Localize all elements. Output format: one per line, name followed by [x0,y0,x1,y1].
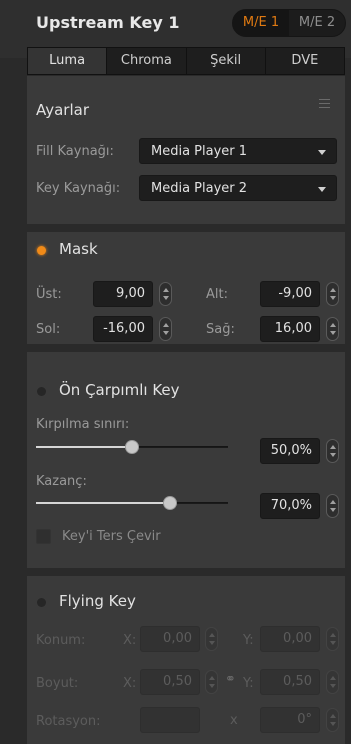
panel-title: Upstream Key 1 [36,13,180,32]
mask-top-input[interactable]: 9,00 [93,281,153,307]
fill-source-dropdown[interactable]: Media Player 1 [139,138,337,164]
clip-input[interactable]: 50,0% [260,438,320,464]
invert-key-checkbox[interactable] [36,529,51,544]
mask-bottom-stepper[interactable] [326,282,339,306]
size-label: Boyut: [36,676,79,691]
key-source-label: Key Kaynağı: [36,181,121,196]
settings-heading: Ayarlar [36,101,90,119]
key-type-tabs: Luma Chroma Şekil DVE [27,47,345,75]
mask-left-input[interactable]: -16,00 [93,316,153,342]
tab-chroma[interactable]: Chroma [107,48,187,74]
mask-indicator[interactable] [37,246,46,255]
size-x-input[interactable]: 0,50 [140,669,200,695]
fill-source-label: Fill Kaynağı: [36,144,114,159]
gain-input[interactable]: 70,0% [260,493,320,519]
rotation-x-label: x [230,713,238,728]
mask-right-stepper[interactable] [326,317,339,341]
position-x-stepper[interactable] [205,627,218,651]
chevron-down-icon [318,187,326,192]
me1-button[interactable]: M/E 1 [233,10,289,36]
mask-right-input[interactable]: 16,00 [260,316,320,342]
divider [27,568,345,576]
tab-pattern[interactable]: Şekil [186,48,266,74]
tab-dve[interactable]: DVE [265,48,344,74]
size-y-stepper[interactable] [326,670,339,694]
divider [27,344,345,352]
invert-key-label: Key'i Ters Çevir [62,529,161,544]
clip-slider-knob[interactable] [125,440,139,454]
flying-key-indicator[interactable] [37,598,46,607]
position-y-input[interactable]: 0,00 [260,626,320,652]
clip-slider-fill [36,446,132,448]
me2-button[interactable]: M/E 2 [289,10,345,36]
rotation-degrees-input[interactable]: 0° [260,707,320,733]
premultiplied-indicator[interactable] [37,387,46,396]
fill-source-value: Media Player 1 [151,144,248,159]
chevron-down-icon [318,150,326,155]
key-source-dropdown[interactable]: Media Player 2 [139,175,337,201]
gain-slider-fill [36,502,171,504]
mask-left-label: Sol: [36,322,61,337]
tab-luma[interactable]: Luma [28,48,108,74]
link-icon[interactable]: ⚭ [225,672,236,687]
gain-stepper[interactable] [326,494,339,518]
clip-stepper[interactable] [326,439,339,463]
position-x-input[interactable]: 0,00 [140,626,200,652]
rotation-stepper[interactable] [326,708,339,732]
mask-left-stepper[interactable] [159,317,172,341]
menu-icon[interactable] [319,99,330,108]
size-y-label: Y: [243,676,254,691]
position-y-stepper[interactable] [326,627,339,651]
position-label: Konum: [36,633,86,648]
mask-bottom-input[interactable]: -9,00 [260,281,320,307]
mask-heading: Mask [59,240,98,258]
rotation-label: Rotasyon: [36,714,101,729]
me-selector: M/E 1 M/E 2 [232,9,346,37]
key-source-value: Media Player 2 [151,181,248,196]
size-x-label: X: [123,676,137,691]
mask-right-label: Sağ: [206,322,235,337]
gain-label: Kazanç: [36,474,87,489]
divider [27,224,345,232]
premultiplied-heading: Ön Çarpımlı Key [59,381,180,399]
rotation-turns-input[interactable] [140,707,200,733]
mask-top-label: Üst: [36,287,62,302]
size-y-input[interactable]: 0,50 [260,669,320,695]
mask-top-stepper[interactable] [159,282,172,306]
flying-key-heading: Flying Key [59,592,136,610]
mask-bottom-label: Alt: [206,287,228,302]
position-y-label: Y: [243,633,254,648]
position-x-label: X: [123,633,137,648]
clip-label: Kırpılma sınırı: [36,417,130,432]
size-x-stepper[interactable] [205,670,218,694]
